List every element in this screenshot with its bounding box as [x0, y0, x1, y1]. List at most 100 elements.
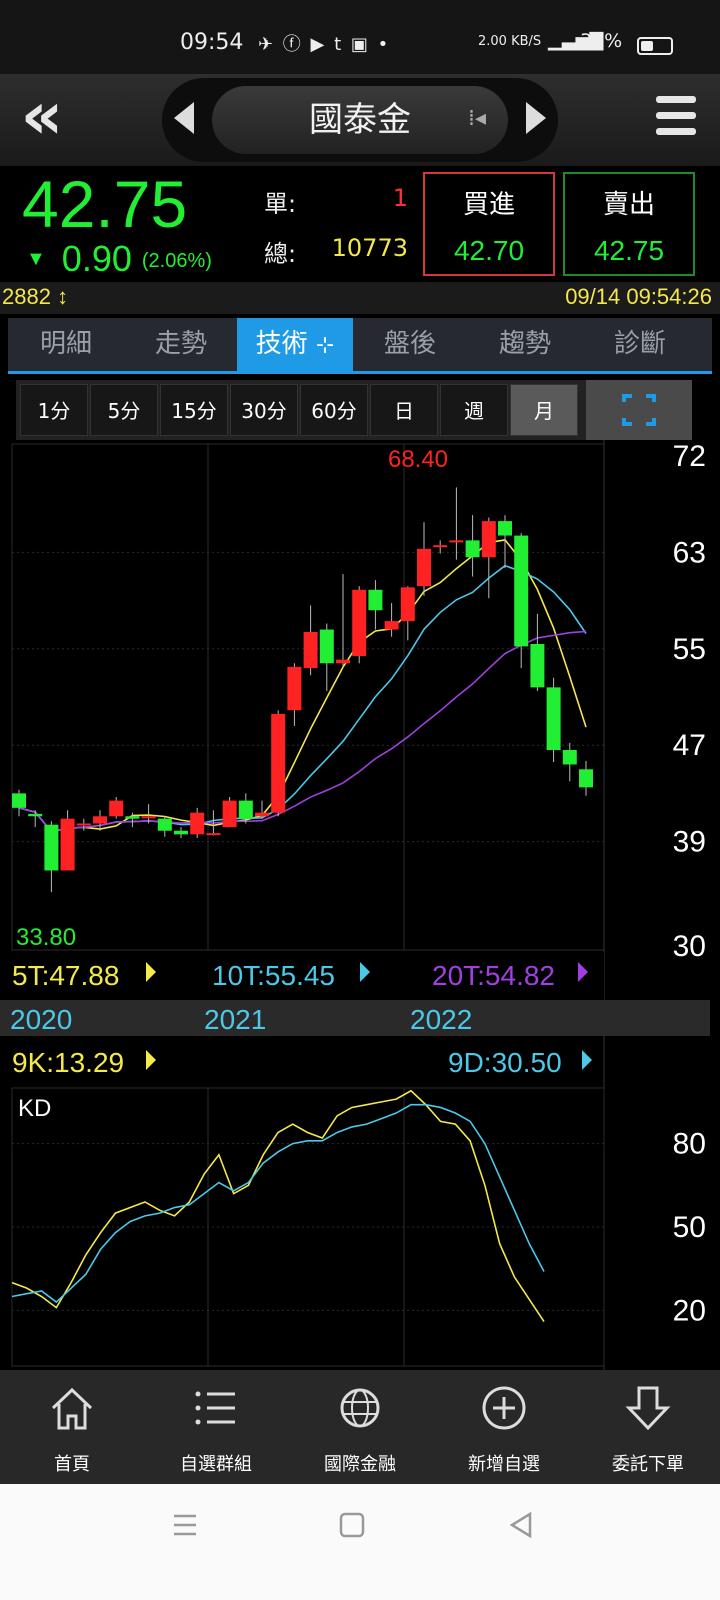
candle-body	[255, 812, 269, 817]
last-price: 42.75	[22, 167, 188, 241]
candles	[12, 487, 593, 893]
period-60min[interactable]: 60分	[300, 384, 368, 436]
nav-watchlist-groups-label: 自選群組	[180, 1454, 252, 1475]
sell-button[interactable]: 賣出 42.75	[563, 172, 695, 276]
nav-home[interactable]: 首頁	[0, 1370, 144, 1484]
tab-technical[interactable]: 技術 ⊹	[237, 318, 353, 371]
home-icon	[51, 1387, 93, 1430]
price-tick-label: 63	[673, 536, 706, 569]
k-legend: 9K:13.29	[12, 1047, 124, 1078]
nav-international[interactable]: 國際金融	[288, 1370, 432, 1484]
buy-price: 42.70	[453, 235, 525, 266]
candle-body	[238, 800, 253, 819]
period-1min[interactable]: 1分	[20, 384, 88, 436]
candle-body	[28, 813, 43, 817]
total-label: 總:	[264, 240, 297, 268]
period-month[interactable]: 月	[510, 384, 578, 436]
candle-body	[384, 621, 399, 630]
candle-body	[141, 816, 156, 819]
next-stock-icon[interactable]	[526, 102, 546, 134]
candle-body	[368, 589, 383, 611]
back-system-icon[interactable]	[509, 1511, 532, 1539]
change-value: 0.90	[61, 238, 132, 279]
period-15min[interactable]: 15分	[160, 384, 228, 436]
nav-watchlist-groups[interactable]: 自選群組	[144, 1370, 288, 1484]
period-week[interactable]: 週	[440, 384, 508, 436]
candle-body	[400, 587, 415, 622]
nav-add-watch-label: 新增自選	[468, 1454, 540, 1475]
candle-body	[60, 818, 75, 871]
k-arrow-icon	[146, 1050, 156, 1070]
candle-body	[465, 540, 480, 558]
stock-code[interactable]: 2882 ↕	[2, 284, 68, 310]
period-selector: 1分 5分 15分 30分 60分 日 週 月	[16, 380, 692, 440]
net-speed: 2.00 KB/S	[478, 34, 542, 49]
chart-area: 30 39 47 55 63 72 68.40 33.80 5T:47.88 10T:55…	[0, 440, 720, 1370]
quote-panel: 42.75 ▼ 0.90 (2.06%) 單: 1 總: 10773 買進 42.…	[0, 166, 720, 282]
ma5-legend: 5T:47.88	[12, 960, 119, 991]
candle-body	[287, 666, 302, 711]
tab-trend[interactable]: 趨勢	[467, 318, 583, 371]
candle-body	[157, 818, 172, 831]
collapse-icon: ⊹	[315, 333, 335, 358]
candle-body	[546, 687, 561, 751]
candle-body	[174, 830, 188, 835]
price-tick-label: 30	[673, 930, 706, 963]
top-nav: « 國泰金 ⁞◂	[0, 74, 720, 166]
nav-place-order[interactable]: 委託下單	[576, 1370, 720, 1484]
candle-body	[579, 769, 593, 788]
recent-apps-icon[interactable]	[174, 1514, 196, 1536]
period-5min[interactable]: 5分	[90, 384, 158, 436]
back-button[interactable]: «	[6, 83, 78, 152]
status-bar: 09:54 ✈ ⓕ ▶ t ▣ • 2.00 KB/S ▁▃▅▇ 38%	[0, 0, 720, 74]
bottom-nav: 首頁 自選群組 國際金融 新增自選 委託下單	[0, 1370, 720, 1484]
kd-tick-label: 80	[673, 1128, 706, 1161]
battery-level: 38%	[580, 30, 623, 52]
buy-button[interactable]: 買進 42.70	[423, 172, 555, 276]
price-y-ticks: 30 39 47 55 63 72	[673, 440, 706, 963]
kd-y-ticks: 20 50 80	[673, 1128, 706, 1328]
candle-body	[481, 521, 496, 558]
change-percent: (2.06%)	[141, 250, 212, 272]
candle-body	[109, 800, 124, 817]
moving-averages	[18, 539, 587, 833]
year-label-2022: 2022	[410, 1004, 472, 1035]
candle-body	[222, 800, 237, 828]
sort-icon: ↕	[57, 284, 69, 309]
status-time: 09:54	[180, 30, 244, 55]
period-day[interactable]: 日	[370, 384, 438, 436]
prev-stock-icon[interactable]	[174, 102, 194, 134]
candle-body	[352, 589, 367, 657]
candle-body	[206, 833, 221, 836]
tab-detail[interactable]: 明細	[8, 318, 124, 371]
candle-body	[125, 816, 140, 819]
menu-button[interactable]	[656, 96, 700, 144]
kd-title: KD	[18, 1095, 51, 1122]
tab-diagnosis[interactable]: 診斷	[582, 318, 698, 371]
notification-icons: ✈ ⓕ ▶ t ▣ •	[258, 34, 391, 55]
price-tick-label: 55	[673, 633, 706, 666]
add-circle-icon	[482, 1386, 526, 1430]
buy-label: 買進	[462, 190, 515, 220]
kd-tick-label: 50	[673, 1211, 706, 1244]
sell-label: 賣出	[602, 190, 655, 220]
tab-after-hours[interactable]: 盤後	[352, 318, 468, 371]
home-system-icon[interactable]	[339, 1512, 365, 1538]
single-volume: 1	[392, 184, 408, 212]
nav-add-watch[interactable]: 新增自選	[432, 1370, 576, 1484]
candle-body	[44, 824, 59, 871]
period-30min[interactable]: 30分	[230, 384, 298, 436]
stock-name[interactable]: 國泰金	[212, 86, 508, 154]
kd-tick-label: 20	[673, 1294, 706, 1327]
nav-home-label: 首頁	[54, 1454, 90, 1475]
nav-international-label: 國際金融	[324, 1454, 396, 1475]
system-nav	[0, 1484, 720, 1600]
ma20-legend: 20T:54.82	[432, 960, 555, 991]
fullscreen-button[interactable]	[586, 380, 692, 440]
ma5-line	[18, 539, 587, 833]
technical-chart[interactable]: 30 39 47 55 63 72 68.40 33.80 5T:47.88 10T:55…	[0, 440, 720, 1370]
candle-body	[303, 631, 318, 669]
price-tick-label: 72	[673, 440, 706, 473]
price-change: ▼ 0.90 (2.06%)	[26, 238, 212, 280]
tab-intraday[interactable]: 走勢	[123, 318, 239, 371]
